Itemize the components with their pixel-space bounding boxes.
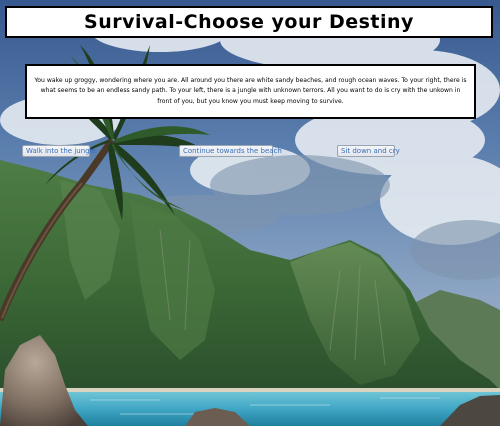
sit-down-and-cry-button[interactable]: Sit down and cry — [337, 145, 400, 157]
walk-into-jungle-button[interactable]: Walk into the jungle — [22, 145, 96, 157]
title-banner: Survival-Choose your Destiny — [5, 6, 493, 38]
page-title: Survival-Choose your Destiny — [84, 11, 414, 33]
story-text: You wake up groggy, wondering where you … — [34, 76, 467, 105]
continue-towards-beach-button[interactable]: Continue towards the beach — [179, 145, 282, 157]
story-box: You wake up groggy, wondering where you … — [25, 64, 476, 119]
